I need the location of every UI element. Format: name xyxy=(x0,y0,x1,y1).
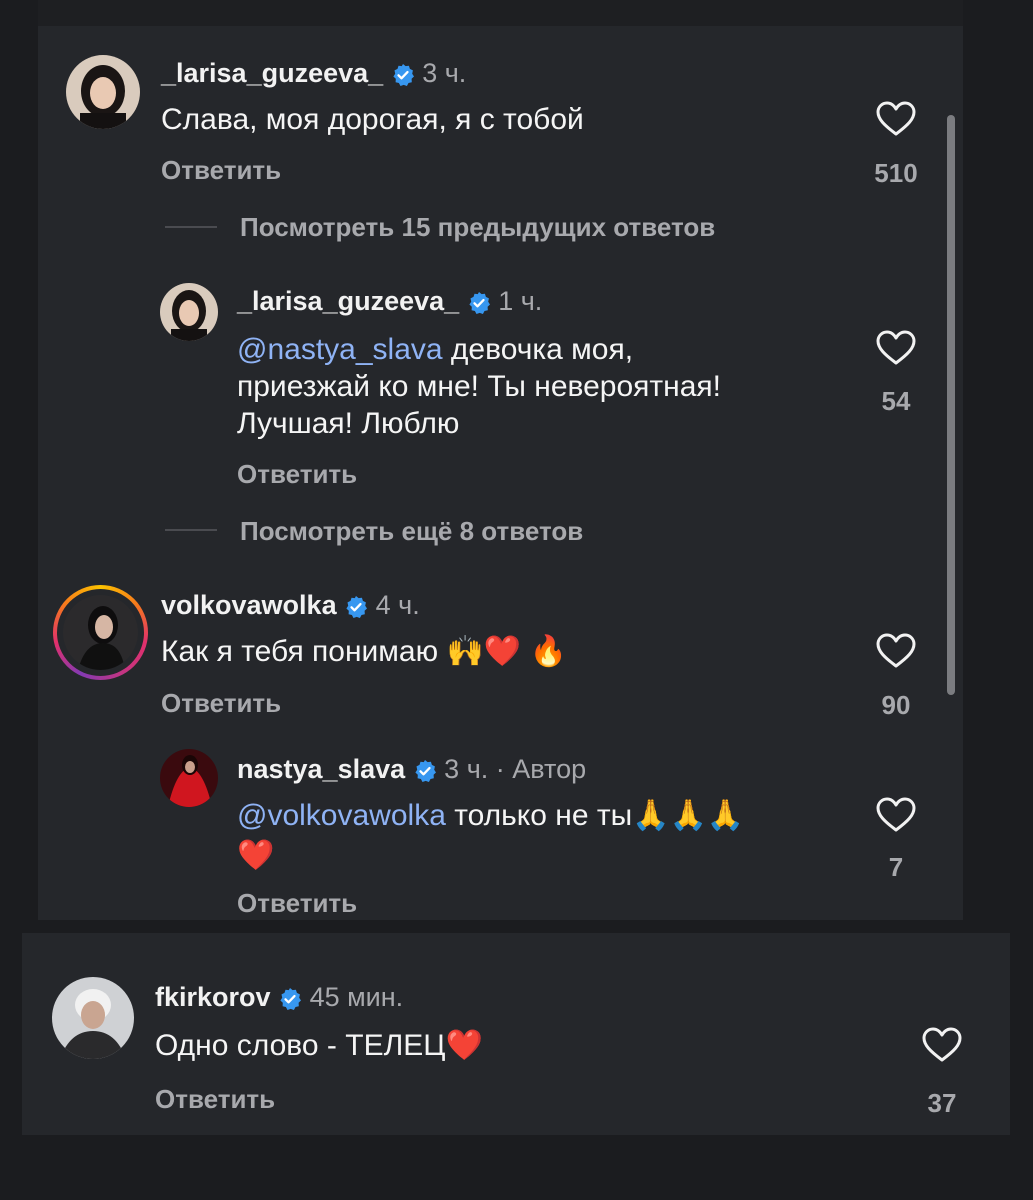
view-previous-replies-button[interactable]: Посмотреть 15 предыдущих ответов xyxy=(240,212,715,243)
like-count: 54 xyxy=(881,386,911,416)
avatar-larisa-image xyxy=(66,55,140,129)
username-text[interactable]: fkirkorov xyxy=(155,982,271,1012)
verified-badge-icon xyxy=(415,759,436,782)
reply-text-line: приезжай ко мне! Ты невероятная! xyxy=(237,370,721,403)
username-text[interactable]: nastya_slava xyxy=(237,754,405,784)
view-more-line xyxy=(165,226,217,228)
like-count: 7 xyxy=(888,852,904,882)
reply-text-line: ❤️ xyxy=(237,839,275,872)
username-text[interactable]: _larisa_guzeeva_ xyxy=(161,58,383,88)
reply-button[interactable]: Ответить xyxy=(155,1084,275,1115)
reply-text-line: только не ты🙏🙏🙏 xyxy=(445,799,745,832)
reply-button[interactable]: Ответить xyxy=(161,155,281,186)
like-count: 510 xyxy=(874,158,918,188)
reply-button[interactable]: Ответить xyxy=(237,888,357,919)
avatar-volkova-image xyxy=(63,595,138,670)
comment-username[interactable]: _larisa_guzeeva_ 3 ч. xyxy=(161,58,466,89)
panel-top-bar xyxy=(38,0,963,26)
avatar[interactable] xyxy=(160,283,218,341)
comment-text: Одно слово - ТЕЛЕЦ❤️ xyxy=(155,1029,483,1062)
reply-time: 1 ч. xyxy=(498,286,543,316)
avatar[interactable] xyxy=(52,977,134,1059)
heart-outline-icon[interactable] xyxy=(876,330,916,371)
avatar[interactable] xyxy=(160,749,218,807)
verified-badge-icon xyxy=(280,987,302,1010)
comment-time: 45 мин. xyxy=(309,982,404,1012)
scrollbar[interactable] xyxy=(947,115,955,695)
comment-text: Как я тебя понимаю 🙌❤️ 🔥 xyxy=(161,635,567,668)
avatar-fkirkorov-image xyxy=(52,977,134,1059)
reply-button[interactable]: Ответить xyxy=(161,688,281,719)
view-more-line xyxy=(165,529,217,531)
verified-badge-icon xyxy=(393,63,414,86)
like-count: 37 xyxy=(927,1088,957,1118)
comment-username[interactable]: fkirkorov 45 мин. xyxy=(155,982,403,1013)
reply-username[interactable]: _larisa_guzeeva_ 1 ч. xyxy=(237,286,542,317)
reply-text: @nastya_slava девочка моя, приезжай ко м… xyxy=(237,331,857,442)
verified-badge-icon xyxy=(469,291,490,314)
comment-text: Слава, моя дорогая, я с тобой xyxy=(161,103,584,136)
heart-outline-icon[interactable] xyxy=(876,633,916,674)
username-text[interactable]: _larisa_guzeeva_ xyxy=(237,286,459,316)
comment-username[interactable]: volkovawolka 4 ч. xyxy=(161,590,420,621)
reply-username[interactable]: nastya_slava 3 ч. · Автор xyxy=(237,754,586,785)
heart-outline-icon[interactable] xyxy=(922,1027,962,1068)
reply-text-line: девочка моя, xyxy=(442,333,634,366)
like-count: 90 xyxy=(881,690,911,720)
avatar-nastya-image xyxy=(160,749,218,807)
verified-badge-icon xyxy=(346,595,368,618)
reply-text-line: Лучшая! Люблю xyxy=(237,407,460,440)
comment-time: 4 ч. xyxy=(375,590,420,620)
avatar[interactable] xyxy=(63,595,138,670)
comment-time: 3 ч. xyxy=(422,58,467,88)
mention-link[interactable]: @nastya_slava xyxy=(237,333,443,366)
heart-outline-icon[interactable] xyxy=(876,797,916,838)
heart-outline-icon[interactable] xyxy=(876,101,916,142)
mention-link[interactable]: @volkovawolka xyxy=(237,799,446,832)
reply-text: @volkovawolka только не ты🙏🙏🙏 ❤️ xyxy=(237,796,857,876)
view-more-replies-button[interactable]: Посмотреть ещё 8 ответов xyxy=(240,516,583,547)
reply-time: 3 ч. · Автор xyxy=(444,754,587,784)
avatar-larisa-image xyxy=(160,283,218,341)
username-text[interactable]: volkovawolka xyxy=(161,590,337,620)
avatar[interactable] xyxy=(66,55,140,129)
reply-button[interactable]: Ответить xyxy=(237,459,357,490)
